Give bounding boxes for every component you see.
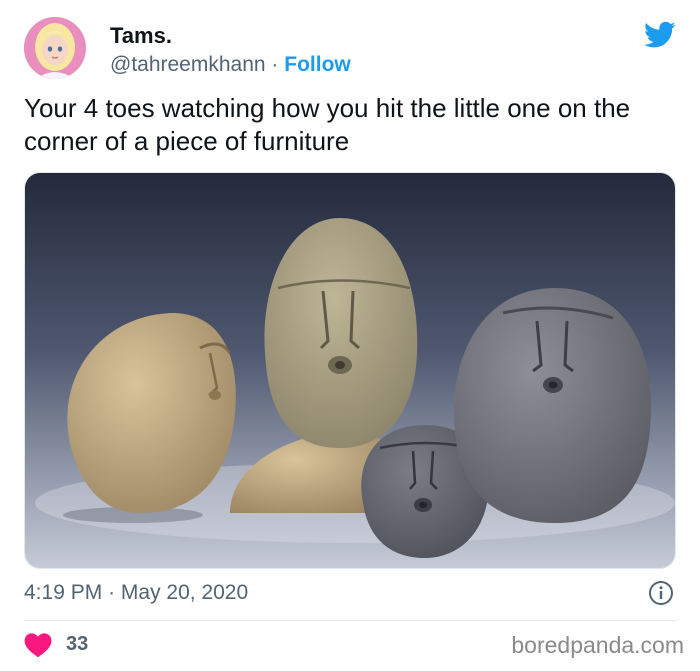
watermark: boredpanda.com <box>511 632 684 658</box>
timestamp-separator: · <box>108 581 116 604</box>
handle-separator: · <box>271 53 279 76</box>
tweet-card: Tams. @tahreemkhann · Follow Your 4 toes… <box>0 0 700 671</box>
tweet-image[interactable] <box>24 172 676 569</box>
stone-faces-photo <box>25 173 675 568</box>
follow-button[interactable]: Follow <box>284 53 351 76</box>
tweet-text: Your 4 toes watching how you hit the lit… <box>24 93 631 156</box>
author-name[interactable]: Tams. <box>110 23 172 49</box>
tweet-header: Tams. @tahreemkhann · Follow <box>24 17 676 79</box>
avatar-image <box>24 17 86 79</box>
tweet-timestamp[interactable]: 4:19 PM · May 20, 2020 <box>24 581 248 605</box>
avatar[interactable] <box>24 17 86 79</box>
heart-icon[interactable] <box>24 632 52 658</box>
tweet-time: 4:19 PM <box>24 581 103 604</box>
divider <box>24 620 676 621</box>
like-count: 33 <box>66 633 89 655</box>
twitter-bird-icon[interactable] <box>644 21 676 49</box>
stone-right <box>453 288 651 523</box>
info-icon[interactable] <box>648 580 674 606</box>
tweet-date: May 20, 2020 <box>120 581 249 604</box>
author-handle-row: @tahreemkhann · Follow <box>110 53 351 77</box>
author-handle[interactable]: @tahreemkhann <box>110 53 266 76</box>
